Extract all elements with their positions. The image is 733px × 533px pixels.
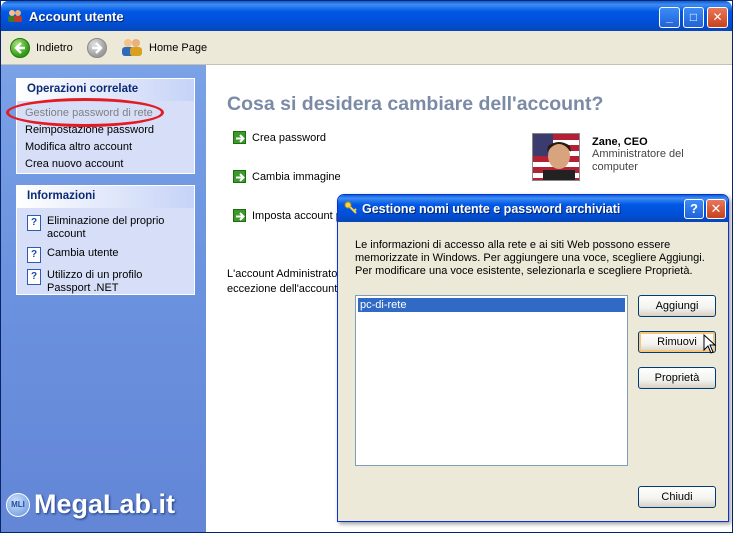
watermark-logo: MLI MegaLab.it	[6, 489, 175, 520]
task-create-password[interactable]: Crea password	[233, 131, 326, 144]
dialog-close-button[interactable]: ✕	[706, 199, 726, 219]
credentials-list[interactable]: pc-di-rete	[355, 295, 628, 466]
info-item-passport[interactable]: ? Utilizzo di un profilo Passport .NET	[17, 266, 194, 298]
task-set-account[interactable]: Imposta account p	[233, 209, 342, 222]
info-panel: Informazioni ? Eliminazione del proprio …	[16, 185, 195, 295]
back-arrow-icon	[10, 38, 30, 58]
close-button[interactable]: ✕	[707, 7, 728, 28]
close-icon: ✕	[712, 10, 723, 24]
key-icon	[344, 201, 358, 218]
help-icon: ?	[27, 215, 41, 231]
user-avatar[interactable]	[532, 133, 580, 181]
toolbar: Indietro Home Page	[1, 31, 732, 65]
related-task-new-account[interactable]: Crea nuovo account	[17, 156, 194, 173]
account-window: Account utente _ □ ✕ Indietro Home Page	[0, 0, 733, 533]
green-arrow-icon	[233, 170, 246, 183]
user-name: Zane, CEO	[592, 136, 648, 148]
task-change-picture[interactable]: Cambia immagine	[233, 170, 341, 183]
green-arrow-icon	[233, 209, 246, 222]
watermark-text: MegaLab.it	[34, 489, 176, 519]
close-dialog-button[interactable]: Chiudi	[638, 486, 716, 508]
help-icon: ?	[27, 269, 41, 285]
back-label: Indietro	[36, 42, 73, 54]
forward-button[interactable]	[87, 36, 107, 60]
maximize-icon: □	[689, 10, 698, 24]
list-item[interactable]: pc-di-rete	[358, 298, 625, 312]
admin-note: L'account Administrator eccezione dell'a…	[227, 268, 349, 295]
info-item-switch-user[interactable]: ? Cambia utente	[17, 244, 194, 266]
dialog-title: Gestione nomi utente e password archivia…	[362, 202, 621, 216]
users-icon	[7, 9, 23, 23]
highlight-circle	[6, 98, 164, 127]
green-arrow-icon	[233, 131, 246, 144]
dialog-body: Le informazioni di accesso alla rete e a…	[340, 222, 726, 521]
minimize-button[interactable]: _	[659, 7, 680, 28]
megalab-badge-icon: MLI	[6, 492, 30, 517]
user-role: Amministratore del computer	[592, 148, 684, 173]
mouse-cursor-icon	[703, 333, 717, 357]
task-pane: Operazioni correlate Gestione password d…	[1, 65, 206, 532]
home-button[interactable]: Home Page	[121, 36, 207, 60]
back-button[interactable]: Indietro	[10, 36, 73, 60]
help-icon: ?	[690, 201, 698, 216]
properties-button[interactable]: Proprietà	[638, 367, 716, 389]
page-heading: Cosa si desidera cambiare dell'account?	[227, 93, 604, 115]
title-bar[interactable]: Account utente _ □ ✕	[1, 1, 732, 31]
dialog-help-button[interactable]: ?	[684, 199, 704, 219]
window-title: Account utente	[29, 9, 124, 24]
info-item-delete-account[interactable]: ? Eliminazione del proprio account	[17, 212, 194, 244]
close-icon: ✕	[710, 201, 722, 216]
help-icon: ?	[27, 247, 41, 263]
forward-arrow-icon	[87, 38, 107, 58]
related-task-edit-account[interactable]: Modifica altro account	[17, 139, 194, 156]
home-users-icon	[121, 37, 143, 60]
add-button[interactable]: Aggiungi	[638, 295, 716, 317]
dialog-title-bar[interactable]: Gestione nomi utente e password archivia…	[338, 195, 728, 222]
dialog-description: Le informazioni di accesso alla rete e a…	[355, 239, 705, 277]
info-header[interactable]: Informazioni	[17, 186, 194, 208]
minimize-icon: _	[666, 10, 673, 24]
stored-passwords-dialog: Gestione nomi utente e password archivia…	[337, 194, 729, 522]
home-label: Home Page	[149, 42, 208, 54]
maximize-button[interactable]: □	[683, 7, 704, 28]
